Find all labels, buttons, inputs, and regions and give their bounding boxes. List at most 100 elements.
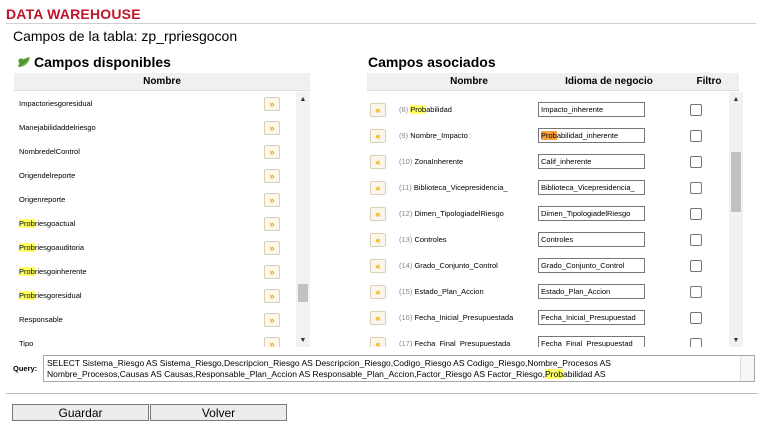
business-name-input[interactable]: Dimen_TipologiadelRiesgo	[538, 206, 645, 221]
app-title: DATA WAREHOUSE	[6, 6, 141, 22]
back-button[interactable]: Volver	[150, 404, 287, 421]
field-name: Manejabilidaddelriesgo	[19, 123, 96, 132]
available-field-row[interactable]: Impactoriesgoresidual »	[14, 92, 296, 116]
available-field-row[interactable]: Probriesgoresidual »	[14, 284, 296, 308]
available-field-row[interactable]: Probriesgoactual »	[14, 212, 296, 236]
double-chevron-right-icon[interactable]: »	[264, 337, 280, 347]
filter-checkbox[interactable]	[690, 260, 702, 272]
associated-field-row: « (13) Controles Controles	[367, 227, 729, 253]
business-name-input[interactable]: Calif_inherente	[538, 154, 645, 169]
available-field-row[interactable]: Manejabilidaddelriesgo »	[14, 116, 296, 140]
double-chevron-left-icon[interactable]: «	[370, 285, 386, 299]
business-name-input[interactable]: Grado_Conjunto_Control	[538, 258, 645, 273]
query-scrollbar[interactable]	[740, 356, 754, 381]
associated-fields-title: Campos asociados	[368, 54, 496, 70]
available-fields-label: Campos disponibles	[34, 54, 171, 70]
double-chevron-right-icon[interactable]: »	[264, 97, 280, 111]
business-name-input[interactable]: Probabilidad_inherente	[538, 128, 645, 143]
available-field-row[interactable]: Probriesgoinherente »	[14, 260, 296, 284]
scroll-up-icon[interactable]: ▲	[729, 96, 743, 103]
associated-field-row: « (8) Probabilidad Impacto_inherente	[367, 97, 729, 123]
field-name: (15) Estado_Plan_Accion	[399, 287, 484, 296]
bottom-divider	[6, 393, 758, 394]
double-chevron-left-icon[interactable]: «	[370, 233, 386, 247]
field-name: (16) Fecha_Inicial_Presupuestada	[399, 313, 514, 322]
field-name: (12) Dimen_TipologiadelRiesgo	[399, 209, 504, 218]
filter-checkbox[interactable]	[690, 286, 702, 298]
business-name-input[interactable]: Controles	[538, 232, 645, 247]
filter-checkbox[interactable]	[690, 208, 702, 220]
scroll-down-icon[interactable]: ▼	[729, 337, 743, 344]
double-chevron-right-icon[interactable]: »	[264, 193, 280, 207]
associated-fields-list: « (8) Probabilidad Impacto_inherente « (9) N…	[367, 92, 743, 347]
field-name: Impactoriesgoresidual	[19, 99, 93, 108]
table-caption: Campos de la tabla: zp_rpriesgocon	[13, 28, 238, 44]
business-name-input[interactable]: Biblioteca_Vicepresidencia_	[538, 180, 645, 195]
available-field-row[interactable]: Responsable »	[14, 308, 296, 332]
query-line-1: SELECT Sistema_Riesgo AS Sistema_Riesgo,…	[47, 358, 611, 368]
field-name: Probriesgoactual	[19, 219, 76, 228]
field-name: Tipo	[19, 339, 34, 347]
double-chevron-right-icon[interactable]: »	[264, 265, 280, 279]
double-chevron-left-icon[interactable]: «	[370, 129, 386, 143]
query-textarea[interactable]: SELECT Sistema_Riesgo AS Sistema_Riesgo,…	[43, 355, 755, 382]
double-chevron-right-icon[interactable]: »	[264, 169, 280, 183]
filter-checkbox[interactable]	[690, 130, 702, 142]
field-name: (8) Probabilidad	[399, 105, 452, 114]
field-name: Probriesgoauditoria	[19, 243, 85, 252]
available-list-scrollbar[interactable]: ▲ ▼	[296, 92, 310, 347]
available-field-row[interactable]: NombredelControl »	[14, 140, 296, 164]
associated-field-row: « (15) Estado_Plan_Accion Estado_Plan_Acci…	[367, 279, 729, 305]
available-field-row[interactable]: Origendelreporte »	[14, 164, 296, 188]
filter-checkbox[interactable]	[690, 182, 702, 194]
associated-list-scrollbar[interactable]: ▲ ▼	[729, 92, 743, 347]
double-chevron-right-icon[interactable]: »	[264, 241, 280, 255]
double-chevron-left-icon[interactable]: «	[370, 103, 386, 117]
double-chevron-right-icon[interactable]: »	[264, 289, 280, 303]
double-chevron-right-icon[interactable]: »	[264, 145, 280, 159]
field-name: Probriesgoinherente	[19, 267, 87, 276]
query-label: Query:	[13, 364, 38, 373]
double-chevron-left-icon[interactable]: «	[370, 337, 386, 347]
double-chevron-left-icon[interactable]: «	[370, 155, 386, 169]
filter-checkbox[interactable]	[690, 234, 702, 246]
scrollbar-thumb[interactable]	[298, 284, 308, 302]
business-language-header: Idioma de negocio	[539, 73, 679, 91]
field-name: Origendelreporte	[19, 171, 76, 180]
filter-checkbox[interactable]	[690, 104, 702, 116]
field-name: (13) Controles	[399, 235, 447, 244]
associated-action-header	[367, 73, 399, 91]
business-name-input[interactable]: Impacto_inherente	[538, 102, 645, 117]
filter-checkbox[interactable]	[690, 338, 702, 347]
filter-checkbox[interactable]	[690, 312, 702, 324]
double-chevron-left-icon[interactable]: «	[370, 259, 386, 273]
filter-checkbox[interactable]	[690, 156, 702, 168]
available-field-row[interactable]: Origenreporte »	[14, 188, 296, 212]
field-name: Probriesgoresidual	[19, 291, 82, 300]
double-chevron-left-icon[interactable]: «	[370, 207, 386, 221]
associated-field-row: « (14) Grado_Conjunto_Control Grado_Conjun…	[367, 253, 729, 279]
business-name-input[interactable]: Fecha_Final_Presupuestad	[538, 336, 645, 347]
available-name-header: Nombre	[14, 73, 310, 91]
business-name-input[interactable]: Estado_Plan_Accion	[538, 284, 645, 299]
available-fields-title: Campos disponibles	[17, 54, 171, 70]
double-chevron-right-icon[interactable]: »	[264, 313, 280, 327]
scrollbar-thumb[interactable]	[731, 152, 741, 212]
scroll-up-icon[interactable]: ▲	[296, 96, 310, 103]
available-field-row[interactable]: Probriesgoauditoria »	[14, 236, 296, 260]
double-chevron-left-icon[interactable]: «	[370, 181, 386, 195]
associated-field-row: « (9) Nombre_Impacto Probabilidad_inherent…	[367, 123, 729, 149]
associated-field-row: « (11) Biblioteca_Vicepresidencia_ Bibliot…	[367, 175, 729, 201]
business-name-input[interactable]: Fecha_Inicial_Presupuestad	[538, 310, 645, 325]
save-button[interactable]: Guardar	[12, 404, 149, 421]
double-chevron-left-icon[interactable]: «	[370, 311, 386, 325]
available-field-row[interactable]: Tipo »	[14, 332, 296, 347]
scroll-down-icon[interactable]: ▼	[296, 337, 310, 344]
associated-name-header: Nombre	[399, 73, 539, 91]
field-name: (11) Biblioteca_Vicepresidencia_	[399, 183, 508, 192]
filter-header: Filtro	[679, 73, 739, 91]
associated-field-row: « (12) Dimen_TipologiadelRiesgo Dimen_Tipo…	[367, 201, 729, 227]
double-chevron-right-icon[interactable]: »	[264, 121, 280, 135]
double-chevron-right-icon[interactable]: »	[264, 217, 280, 231]
associated-field-row: « (16) Fecha_Inicial_Presupuestada Fecha_I…	[367, 305, 729, 331]
